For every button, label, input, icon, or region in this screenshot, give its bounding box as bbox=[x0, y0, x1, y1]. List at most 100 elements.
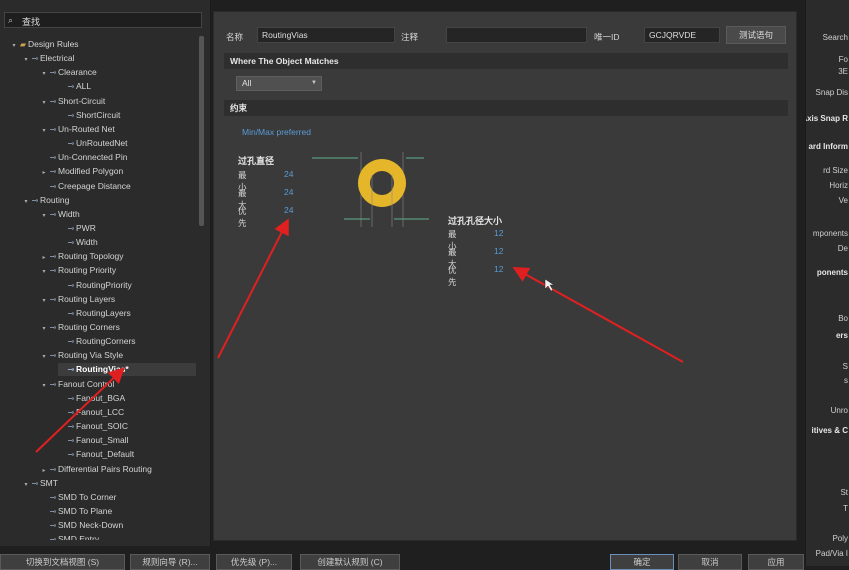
test-query-button[interactable]: 测试语句 bbox=[726, 26, 786, 44]
tree-item[interactable]: ⊸ RoutingVias* bbox=[58, 363, 196, 377]
tree-item[interactable]: ▾ ⊸ Fanout Control bbox=[40, 378, 114, 391]
chevron-down-icon[interactable]: ▾ bbox=[40, 323, 48, 336]
tree-item[interactable]: ⊸ SMD Entry bbox=[40, 533, 99, 540]
tree-item[interactable]: ⊸ Fanout_Default bbox=[58, 448, 134, 461]
rule-icon: ⊸ bbox=[67, 365, 75, 375]
chevron-down-icon[interactable]: ▾ bbox=[40, 266, 48, 279]
chevron-down-icon[interactable]: ▾ bbox=[22, 196, 30, 209]
via-hole-min-value[interactable]: 12 bbox=[494, 228, 503, 238]
chevron-down-icon[interactable]: ▾ bbox=[40, 97, 48, 110]
chevron-down-icon[interactable]: ▾ bbox=[40, 125, 48, 138]
tree-item[interactable]: ⊸ RoutingCorners bbox=[58, 335, 136, 348]
chevron-down-icon[interactable]: ▾ bbox=[22, 479, 30, 492]
tree-item[interactable]: ⊸ Un-Connected Pin bbox=[40, 151, 128, 164]
rule-wizard-button[interactable]: 规则向导 (R)... bbox=[130, 554, 210, 570]
cancel-button[interactable]: 取消 bbox=[678, 554, 742, 570]
tree-item[interactable]: ⊸ SMD To Plane bbox=[40, 505, 113, 518]
right-panel-item: Search bbox=[822, 33, 848, 42]
rule-icon: ⊸ bbox=[49, 181, 57, 191]
tree-item[interactable]: ▸ ⊸ Routing Topology bbox=[40, 250, 124, 265]
tree-item-label: Fanout_Small bbox=[76, 435, 129, 446]
tree-item-label: Creepage Distance bbox=[58, 180, 131, 191]
right-panel-item: ard Inform bbox=[808, 142, 848, 151]
via-hole-pref-value[interactable]: 12 bbox=[494, 264, 503, 274]
tree-item-label: Fanout_LCC bbox=[76, 406, 125, 417]
tree-item[interactable]: ⊸ RoutingPriority bbox=[58, 279, 132, 292]
tree-scrollbar[interactable] bbox=[199, 36, 204, 226]
tree-item[interactable]: ⊸ PWR bbox=[58, 222, 96, 235]
switch-document-view-button[interactable]: 切换到文档视图 (S) bbox=[0, 554, 125, 570]
tree-item[interactable]: ▾ ⊸ Electrical bbox=[22, 52, 74, 65]
create-default-rules-button[interactable]: 创建默认规则 (C) bbox=[300, 554, 400, 570]
via-diameter-min-value[interactable]: 24 bbox=[284, 169, 293, 179]
right-panel-item: Unro bbox=[830, 406, 848, 415]
tree-item[interactable]: ⊸ Fanout_Small bbox=[58, 434, 129, 447]
chevron-right-icon[interactable]: ▸ bbox=[40, 167, 48, 180]
tree-item[interactable]: ▾ ⊸ SMT bbox=[22, 477, 57, 492]
scope-dropdown[interactable]: All ▼ bbox=[236, 76, 322, 91]
tree-item-label: Design Rules bbox=[28, 39, 79, 49]
tree-item[interactable]: ▸ ⊸ Differential Pairs Routing bbox=[40, 463, 151, 478]
chevron-down-icon[interactable]: ▾ bbox=[40, 380, 48, 393]
tree-item[interactable]: ⊸ ALL bbox=[58, 80, 91, 93]
tree-item[interactable]: ⊸ Fanout_LCC bbox=[58, 406, 125, 419]
chevron-right-icon[interactable]: ▸ bbox=[40, 465, 48, 478]
search-input[interactable]: ⌕ 查找 bbox=[4, 12, 202, 28]
tree-item[interactable]: ▾ ⊸ Routing Priority bbox=[40, 264, 116, 277]
rule-icon: ⊸ bbox=[49, 464, 57, 474]
search-text: 查找 bbox=[22, 17, 41, 27]
tree-item[interactable]: ▾ ⊸ Routing bbox=[22, 194, 69, 207]
rule-icon: ⊸ bbox=[67, 223, 75, 233]
rule-icon: ⊸ bbox=[49, 379, 57, 389]
tree-item[interactable]: ⊸ Fanout_SOIC bbox=[58, 420, 128, 433]
rule-icon: ⊸ bbox=[67, 393, 75, 403]
tree-item[interactable]: ▾ ⊸ Un-Routed Net bbox=[40, 123, 114, 138]
tree-item[interactable]: ▸ ⊸ Modified Polygon bbox=[40, 165, 123, 178]
right-panel-item: De bbox=[837, 244, 848, 253]
tree-item[interactable]: ▾ ⊸ Clearance bbox=[40, 66, 96, 81]
tree-item[interactable]: ▾ ⊸ Routing Layers bbox=[40, 293, 115, 306]
chevron-down-icon[interactable]: ▾ bbox=[40, 210, 48, 223]
tree-item[interactable]: ⊸ Fanout_BGA bbox=[58, 392, 126, 405]
tree-item[interactable]: ⊸ Width bbox=[58, 236, 98, 249]
tree-item[interactable]: ▾ ▰ Design Rules bbox=[10, 38, 79, 53]
chevron-down-icon[interactable]: ▾ bbox=[40, 295, 48, 308]
chevron-down-icon[interactable]: ▾ bbox=[22, 54, 30, 67]
tree-item[interactable]: ⊸ SMD To Corner bbox=[40, 491, 117, 504]
tree-item[interactable]: ▾ ⊸ Width bbox=[40, 208, 79, 223]
ok-button[interactable]: 确定 bbox=[610, 554, 674, 570]
right-panel-item: rd Size bbox=[823, 166, 848, 175]
chevron-down-icon[interactable]: ▾ bbox=[10, 40, 18, 53]
tree-item[interactable]: ▾ ⊸ Routing Via Style bbox=[40, 349, 123, 362]
via-diameter-pref-value[interactable]: 24 bbox=[284, 205, 293, 215]
right-panel-item: Poly bbox=[832, 534, 848, 543]
tree-item-label: Routing Priority bbox=[58, 265, 117, 276]
tree-item[interactable]: ▾ ⊸ Short-Circuit bbox=[40, 95, 105, 108]
tree-item[interactable]: ⊸ Creepage Distance bbox=[40, 180, 131, 193]
tree-item[interactable]: ⊸ SMD Neck-Down bbox=[40, 519, 124, 532]
tree-item-label: Fanout_BGA bbox=[76, 392, 126, 403]
via-hole-title: 过孔孔径大小 bbox=[448, 216, 503, 226]
chevron-down-icon[interactable]: ▾ bbox=[40, 68, 48, 81]
rule-icon: ⊸ bbox=[49, 153, 57, 163]
unique-id-label: 唯一ID bbox=[594, 32, 620, 42]
tree-item[interactable]: ⊸ ShortCircuit bbox=[58, 109, 121, 122]
rule-icon: ⊸ bbox=[31, 478, 39, 488]
via-diameter-max-value[interactable]: 24 bbox=[284, 187, 293, 197]
tree-item[interactable]: ▾ ⊸ Routing Corners bbox=[40, 321, 119, 336]
tree-item-label: RoutingCorners bbox=[76, 336, 136, 347]
chevron-down-icon[interactable]: ▾ bbox=[40, 351, 48, 364]
apply-button[interactable]: 应用 bbox=[748, 554, 804, 570]
priority-button[interactable]: 优先级 (P)... bbox=[216, 554, 292, 570]
rule-name-field[interactable]: RoutingVias bbox=[257, 27, 395, 43]
tree-item-label: Routing Topology bbox=[58, 251, 124, 262]
rule-icon: ⊸ bbox=[67, 82, 75, 92]
tree-item[interactable]: ⊸ RoutingLayers bbox=[58, 307, 131, 320]
chevron-right-icon[interactable]: ▸ bbox=[40, 252, 48, 265]
tree-item-label: Fanout_Default bbox=[76, 449, 135, 460]
tree-item[interactable]: ⊸ UnRoutedNet bbox=[58, 137, 128, 150]
rule-icon: ⊸ bbox=[67, 238, 75, 248]
comment-field[interactable] bbox=[446, 27, 587, 43]
unique-id-field[interactable]: GCJQRVDE bbox=[644, 27, 720, 43]
via-hole-max-value[interactable]: 12 bbox=[494, 246, 503, 256]
